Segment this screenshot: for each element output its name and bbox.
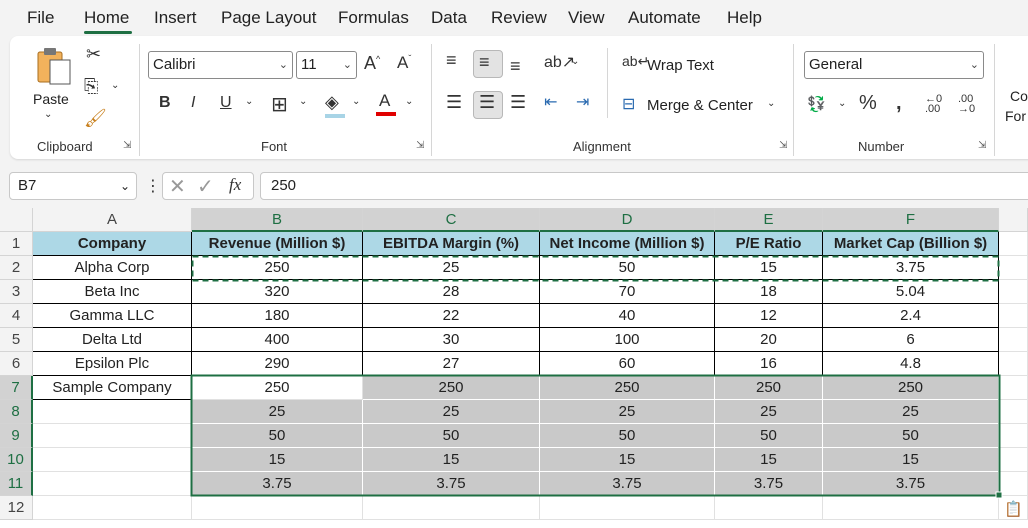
- clipboard-launcher-icon[interactable]: ⇲: [123, 141, 134, 152]
- menu-formulas[interactable]: Formulas: [338, 8, 409, 28]
- merge-dropdown-icon[interactable]: ⌄: [767, 98, 775, 109]
- number-format-select[interactable]: General ⌄: [804, 51, 984, 79]
- merge-center-icon[interactable]: ⊟: [622, 94, 635, 114]
- formula-buttons: ✕ ✓ fx: [162, 172, 254, 200]
- accounting-format-icon[interactable]: 💱: [807, 95, 826, 113]
- clipboard-group-label: Clipboard: [37, 139, 93, 154]
- paste-dropdown-icon[interactable]: ⌄: [44, 109, 52, 120]
- bold-icon[interactable]: B: [159, 94, 171, 112]
- insert-function-icon[interactable]: fx: [229, 175, 241, 195]
- fill-handle[interactable]: [995, 491, 1003, 499]
- format-as-table-label[interactable]: For: [1005, 108, 1026, 124]
- copy-marquee: [191, 255, 1000, 282]
- underline-dropdown-icon[interactable]: ⌄: [245, 96, 253, 107]
- number-group-label: Number: [858, 139, 905, 154]
- font-color-dropdown-icon[interactable]: ⌄: [405, 96, 413, 107]
- menu-data[interactable]: Data: [431, 8, 467, 28]
- conditional-format-label[interactable]: Co: [1010, 88, 1028, 104]
- increase-indent-icon[interactable]: ⇥: [576, 92, 589, 112]
- font-size-value: 11: [301, 56, 317, 73]
- borders-dropdown-icon[interactable]: ⌄: [299, 96, 307, 107]
- cut-icon[interactable]: ✂: [86, 44, 101, 65]
- align-center-icon[interactable]: ☰: [479, 92, 495, 113]
- merge-center-button[interactable]: Merge & Center: [647, 97, 753, 114]
- font-launcher-icon[interactable]: ⇲: [416, 141, 427, 152]
- alignment-group-label: Alignment: [573, 139, 631, 154]
- comma-style-icon[interactable]: ,: [896, 92, 902, 115]
- formula-input[interactable]: 250: [260, 172, 1028, 200]
- menu-view[interactable]: View: [568, 8, 605, 28]
- font-size-select[interactable]: 11 ⌄: [296, 51, 357, 79]
- font-color-icon[interactable]: A: [379, 91, 390, 111]
- font-name-select[interactable]: Calibri ⌄: [148, 51, 293, 79]
- menu-help[interactable]: Help: [727, 8, 762, 28]
- align-middle-icon[interactable]: ≡: [479, 52, 490, 73]
- more-options-icon[interactable]: ⋮: [145, 176, 161, 196]
- active-tab-indicator: [84, 31, 132, 34]
- align-right-icon[interactable]: ☰: [510, 92, 526, 113]
- align-bottom-icon[interactable]: ≡: [510, 56, 521, 77]
- menu-review[interactable]: Review: [491, 8, 547, 28]
- separator: [431, 44, 432, 156]
- italic-icon[interactable]: I: [191, 94, 195, 112]
- menu-home[interactable]: Home: [84, 8, 129, 28]
- paste-button[interactable]: Paste: [33, 91, 69, 107]
- worksheet-grid: A B C D E F 1 2 3 4 5 6 7 8 9 10 11 12 Company Reven…: [0, 208, 1028, 528]
- selection-overlay: [190, 255, 1003, 499]
- alignment-launcher-icon[interactable]: ⇲: [779, 141, 790, 152]
- decrease-indent-icon[interactable]: ⇤: [544, 92, 557, 112]
- menu-insert[interactable]: Insert: [154, 8, 197, 28]
- menu-bar: File Home Insert Page Layout Formulas Da…: [0, 0, 1028, 36]
- chevron-down-icon[interactable]: ⌄: [120, 173, 130, 199]
- paste-options-icon[interactable]: 📋: [1004, 500, 1023, 518]
- separator: [139, 44, 140, 156]
- name-box[interactable]: B7 ⌄: [9, 172, 137, 200]
- fill-color-icon[interactable]: ◈: [325, 92, 339, 113]
- menu-file[interactable]: File: [27, 8, 54, 28]
- align-top-icon[interactable]: ≡: [446, 50, 457, 71]
- borders-icon[interactable]: ⊞: [271, 92, 288, 117]
- decrease-decimal-icon[interactable]: .00 →0: [958, 94, 975, 115]
- format-painter-icon[interactable]: 🖌: [84, 108, 107, 129]
- name-box-value: B7: [18, 177, 37, 194]
- selection-border: [190, 374, 1001, 497]
- ribbon: Paste ⌄ ✂ ⎘ ⌄ 🖌 Clipboard ⇲ Calibri ⌄ 11…: [10, 36, 1028, 159]
- chevron-down-icon: ⌄: [969, 59, 979, 71]
- menu-automate[interactable]: Automate: [628, 8, 701, 28]
- cancel-icon[interactable]: ✕: [169, 174, 186, 199]
- enter-icon[interactable]: ✓: [197, 174, 214, 199]
- menu-page-layout[interactable]: Page Layout: [221, 8, 316, 28]
- orientation-dropdown-icon[interactable]: ⌄: [571, 56, 579, 67]
- decrease-font-size-icon[interactable]: Aˇ: [397, 53, 411, 73]
- separator: [994, 44, 995, 156]
- increase-decimal-icon[interactable]: ←0.00: [925, 94, 942, 115]
- chevron-down-icon: ⌄: [342, 59, 352, 71]
- wrap-text-button[interactable]: Wrap Text: [647, 57, 714, 74]
- fill-color-swatch: [325, 114, 345, 118]
- number-launcher-icon[interactable]: ⇲: [978, 141, 989, 152]
- copy-icon[interactable]: ⎘: [84, 76, 98, 97]
- accounting-dropdown-icon[interactable]: ⌄: [838, 98, 846, 109]
- percent-style-icon[interactable]: %: [859, 92, 877, 115]
- underline-icon[interactable]: U: [220, 94, 232, 112]
- copy-dropdown-icon[interactable]: ⌄: [111, 80, 119, 91]
- font-group-label: Font: [261, 139, 288, 154]
- separator: [607, 48, 608, 118]
- paste-icon[interactable]: [36, 46, 76, 88]
- font-color-swatch: [376, 112, 396, 116]
- chevron-down-icon: ⌄: [278, 59, 288, 71]
- separator: [793, 44, 794, 156]
- wrap-text-icon[interactable]: ab↵: [622, 53, 649, 70]
- align-left-icon[interactable]: ☰: [446, 92, 462, 113]
- fill-dropdown-icon[interactable]: ⌄: [352, 96, 360, 107]
- increase-font-size-icon[interactable]: A^: [364, 53, 380, 74]
- font-name-value: Calibri: [153, 56, 196, 73]
- number-format-value: General: [809, 56, 863, 73]
